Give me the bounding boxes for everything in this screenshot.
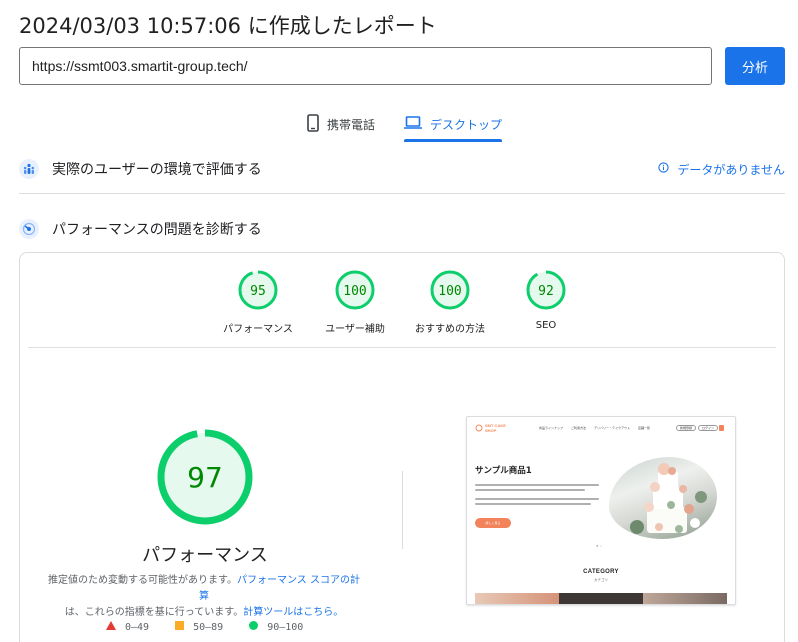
- thumb-text-line: [475, 498, 599, 500]
- legend-average: 50–89: [175, 621, 223, 633]
- gauge-ring: 95: [238, 270, 278, 310]
- thumb-logo-text: SHOP: [485, 428, 497, 433]
- lab-icon: [19, 219, 39, 239]
- gauge-performance[interactable]: 95 パフォーマンス: [208, 270, 308, 335]
- score-label: ユーザー補助: [325, 324, 385, 335]
- info-icon: [658, 162, 669, 176]
- thumb-text-line: [475, 484, 599, 486]
- thumb-cta-button: 詳しく見る: [475, 518, 511, 528]
- performance-score: 97: [187, 461, 223, 494]
- cart-icon: [719, 425, 724, 431]
- performance-gauge: 97: [156, 428, 254, 531]
- gauge-seo[interactable]: 92 SEO: [496, 270, 596, 331]
- thumb-nav-item: 店舗一覧: [637, 426, 650, 430]
- report-title: 2024/03/03 10:57:06 に作成したレポート: [19, 14, 437, 38]
- vertical-separator: [402, 471, 403, 549]
- no-data-label: データがありません: [677, 162, 785, 177]
- gauge-best-practices[interactable]: 100 おすすめの方法: [400, 270, 500, 335]
- gauge-accessibility[interactable]: 100 ユーザー補助: [305, 270, 405, 335]
- final-screenshot[interactable]: SMT CAKE SHOP 商品ラインナップ ご利用方法 デリバリー・テイクアウト…: [466, 416, 736, 605]
- cake-image: [609, 457, 717, 539]
- legend-pass: 90–100: [249, 621, 303, 633]
- score-value: 100: [438, 284, 461, 299]
- carousel-dots: ● ○: [596, 543, 602, 548]
- gauge-ring: 92: [526, 270, 566, 310]
- thumb-nav-item: ご利用方法: [571, 426, 587, 430]
- circle-icon: [249, 621, 259, 633]
- thumb-category-title: CATEGORY: [583, 569, 619, 575]
- tab-desktop[interactable]: デスクトップ: [404, 108, 503, 142]
- thumb-text-line: [475, 489, 585, 491]
- triangle-icon: [106, 621, 116, 633]
- section-divider: [19, 193, 785, 194]
- category-image: [475, 593, 559, 604]
- legend-range: 50–89: [193, 621, 224, 633]
- legend-fail: 0–49: [106, 621, 149, 633]
- score-label: SEO: [535, 320, 557, 331]
- tab-mobile[interactable]: 携帯電話: [307, 108, 375, 140]
- square-icon: [175, 621, 185, 633]
- thumb-category-images: [475, 593, 727, 604]
- desc-text: 推定値のため変動する可能性があります。: [48, 575, 237, 586]
- legend-range: 0–49: [125, 621, 150, 633]
- thumb-logo: SMT CAKE SHOP: [475, 423, 506, 433]
- score-value: 100: [343, 284, 366, 299]
- laptop-icon: [404, 116, 422, 132]
- lighthouse-card: 95 パフォーマンス 100 ユーザー補助 100 おすすめの方法 92 SEO: [19, 252, 785, 642]
- phone-icon: [307, 113, 319, 135]
- score-value: 95: [250, 284, 266, 299]
- field-data-section: 実際のユーザーの環境で評価する データがありません: [19, 154, 785, 184]
- thumb-register-button: 新規登録: [676, 425, 697, 431]
- desc-text: は、これらの指標を基に行っています。: [64, 607, 244, 618]
- thumb-text-line: [475, 503, 591, 505]
- category-image: [559, 593, 643, 604]
- no-data-link[interactable]: データがありません: [658, 161, 785, 178]
- thumb-nav-item: 商品ラインナップ: [539, 426, 564, 430]
- tab-mobile-label: 携帯電話: [327, 117, 376, 132]
- analyze-button[interactable]: 分析: [725, 47, 785, 85]
- thumb-category-sub: カテゴリ: [594, 578, 608, 582]
- url-input[interactable]: [19, 47, 712, 85]
- thumb-login-button: ログイン: [698, 425, 719, 431]
- diagnose-section: パフォーマンスの問題を診断する: [19, 214, 785, 244]
- thumb-nav-links: 商品ラインナップ ご利用方法 デリバリー・テイクアウト 店舗一覧: [539, 426, 650, 430]
- category-image: [643, 593, 727, 604]
- legend-range: 90–100: [267, 621, 304, 633]
- calculator-link[interactable]: 計算ツールはこちら。: [243, 607, 343, 618]
- gauge-ring: 100: [430, 270, 470, 310]
- score-value: 92: [538, 284, 554, 299]
- score-label: パフォーマンス: [223, 324, 293, 335]
- card-divider: [28, 347, 776, 348]
- thumb-hero-title: サンプル商品1: [475, 466, 532, 476]
- users-icon: [19, 159, 39, 179]
- performance-description: 推定値のため変動する可能性があります。パフォーマンス スコアの計算 は、これらの…: [44, 573, 364, 621]
- gauge-ring: 100: [335, 270, 375, 310]
- score-legend: 0–49 50–89 90–100: [106, 621, 303, 633]
- diagnose-title: パフォーマンスの問題を診断する: [52, 222, 262, 238]
- score-label: おすすめの方法: [415, 324, 485, 335]
- field-data-title: 実際のユーザーの環境で評価する: [52, 162, 262, 178]
- performance-title: パフォーマンス: [142, 545, 268, 566]
- thumb-nav-item: デリバリー・テイクアウト: [594, 426, 630, 430]
- tab-desktop-label: デスクトップ: [430, 117, 503, 132]
